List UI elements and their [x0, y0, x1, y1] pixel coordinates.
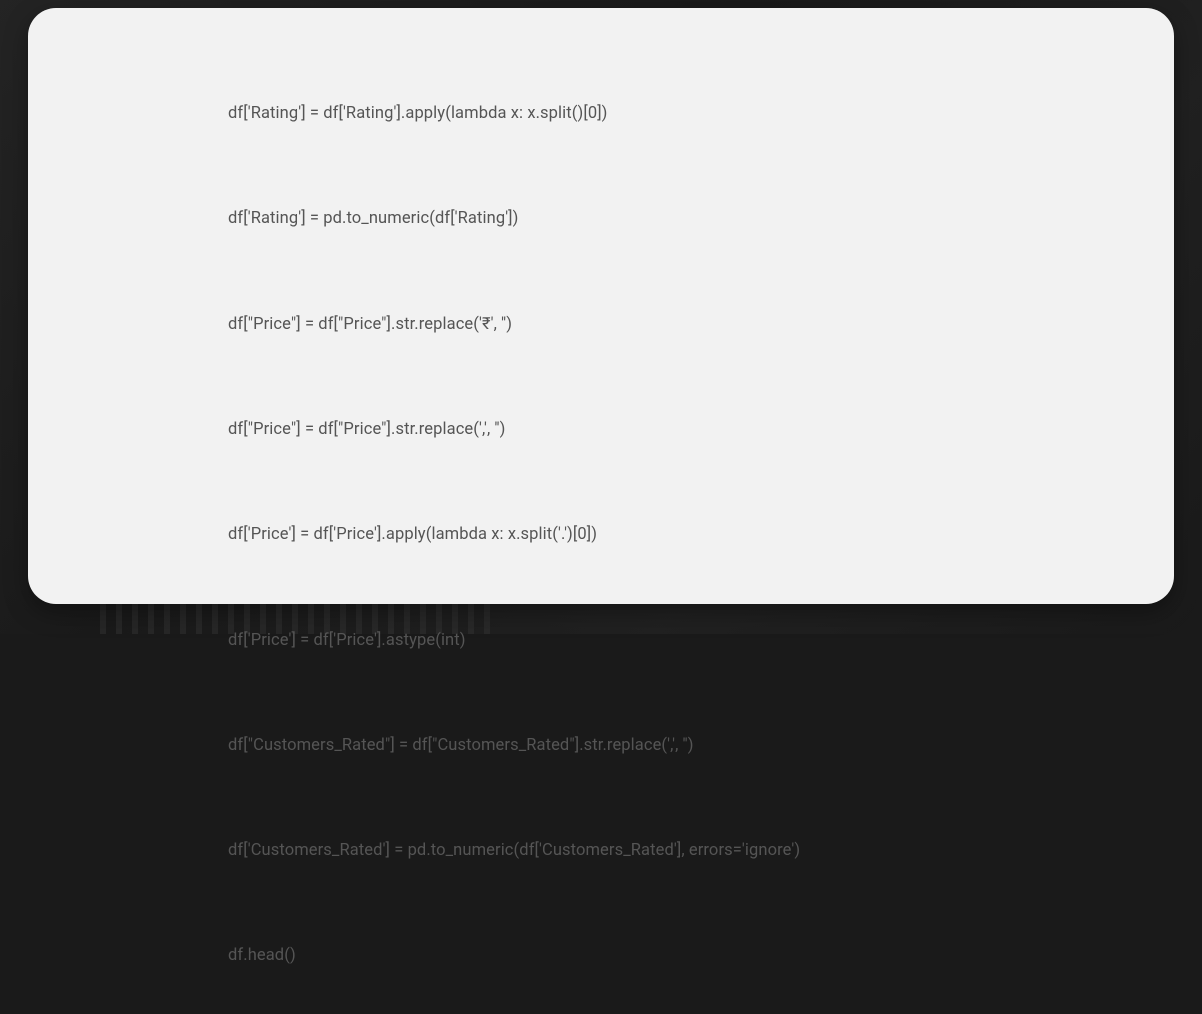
code-line: df["Price"] = df["Price"].str.replace(',…	[228, 418, 999, 441]
code-block: df['Rating'] = df['Rating'].apply(lambda…	[228, 56, 999, 1014]
code-line: df["Customers_Rated"] = df["Customers_Ra…	[228, 734, 999, 757]
code-line: df['Price'] = df['Price'].apply(lambda x…	[228, 523, 999, 546]
code-line: df.head()	[228, 944, 999, 967]
code-line: df['Customers_Rated'] = pd.to_numeric(df…	[228, 839, 999, 862]
code-line: df['Rating'] = pd.to_numeric(df['Rating'…	[228, 207, 999, 230]
code-line: df["Price"] = df["Price"].str.replace('₹…	[228, 313, 999, 336]
code-line: df['Price'] = df['Price'].astype(int)	[228, 629, 999, 652]
code-line: df['Rating'] = df['Rating'].apply(lambda…	[228, 102, 999, 125]
code-card: df['Rating'] = df['Rating'].apply(lambda…	[28, 8, 1174, 604]
